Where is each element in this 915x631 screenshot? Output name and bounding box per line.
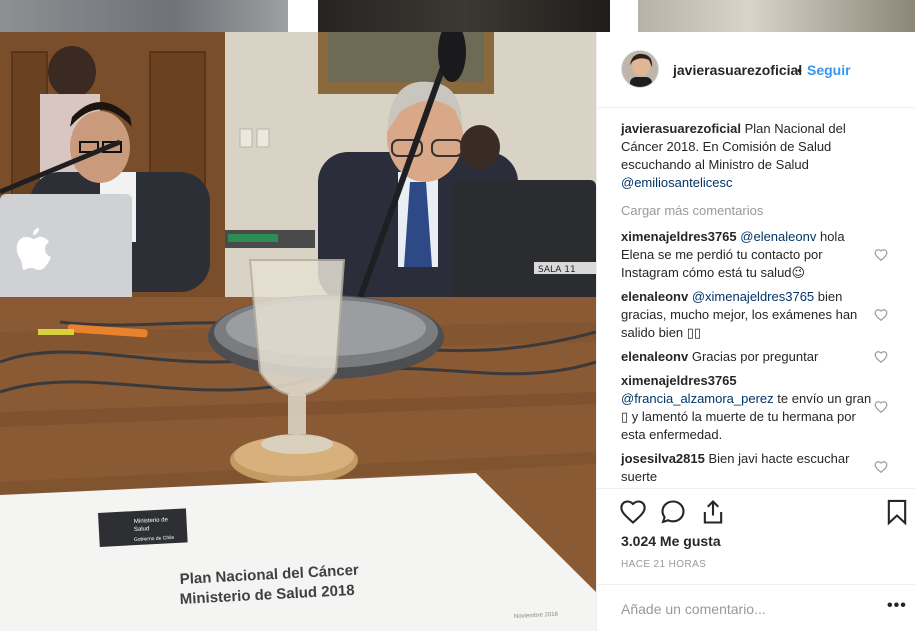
comment-like-heart-icon[interactable] (874, 460, 888, 474)
comment-text: Gracias por preguntar (691, 349, 819, 364)
comment-mention[interactable]: @elenaleonv (740, 229, 816, 244)
share-icon[interactable] (699, 498, 727, 526)
comment-like-heart-icon[interactable] (874, 400, 888, 414)
comment-like-heart-icon[interactable] (874, 350, 888, 364)
caption: javierasuarezoficial Plan Nacional del C… (621, 120, 891, 192)
comment-like-heart-icon[interactable] (874, 248, 888, 262)
comment-item: ximenajeldres3765 @elenaleonv hola Elena… (621, 228, 879, 282)
comment-mention[interactable]: @francia_alzamora_perez (621, 391, 774, 406)
comment-username[interactable]: ximenajeldres3765 (621, 229, 737, 244)
caption-username[interactable]: javierasuarezoficial (621, 121, 741, 136)
thumbnail-right[interactable] (638, 0, 915, 32)
avatar-image (622, 51, 658, 87)
more-options-button[interactable]: ••• (887, 597, 907, 615)
caption-mention[interactable]: @emiliosantelicesc (621, 175, 732, 190)
thumbnail-center[interactable] (318, 0, 610, 32)
post-header: javierasuarezoficial • Seguir (597, 32, 915, 108)
likes-count[interactable]: 3.024 Me gusta (621, 533, 721, 549)
comment-item: josesilva2815 Bien javi hacte escuchar s… (621, 450, 879, 486)
actions-divider (597, 488, 915, 489)
comment-username[interactable]: ximenajeldres3765 (621, 373, 737, 388)
post-photo-illustration: SALA 11 Ministerio de Salud Gobierno de … (0, 32, 596, 631)
comment-mention[interactable]: @ximenajeldres3765 (692, 289, 814, 304)
comment-username[interactable]: elenaleonv (621, 289, 688, 304)
header-username[interactable]: javierasuarezoficial (673, 62, 802, 78)
comment-item: ximenajeldres3765 @francia_alzamora_pere… (621, 372, 879, 444)
logo-text-line2: Salud (134, 526, 150, 533)
comment-like-heart-icon[interactable] (874, 308, 888, 322)
avatar[interactable] (621, 50, 659, 88)
comment-item: elenaleonv Gracias por preguntar (621, 348, 879, 366)
laptop-label: SALA 11 (538, 265, 576, 275)
post-timestamp: HACE 21 HORAS (621, 559, 707, 570)
heart-icon[interactable] (619, 498, 647, 526)
post-photo[interactable]: SALA 11 Ministerio de Salud Gobierno de … (0, 32, 596, 631)
add-comment-bar: ••• (597, 584, 915, 631)
bookmark-icon[interactable] (883, 498, 911, 526)
comment-username[interactable]: josesilva2815 (621, 451, 705, 466)
add-comment-input[interactable] (621, 599, 861, 619)
header-separator: • (797, 62, 802, 78)
post-side-panel: javierasuarezoficial • Seguir javierasua… (596, 32, 915, 631)
thumbnail-left[interactable] (0, 0, 288, 32)
comment-item: elenaleonv @ximenajeldres3765 bien graci… (621, 288, 879, 342)
load-more-comments[interactable]: Cargar más comentarios (621, 202, 763, 220)
follow-button[interactable]: Seguir (807, 62, 851, 78)
comment-icon[interactable] (659, 498, 687, 526)
feed-background-strip (0, 0, 915, 32)
comment-username[interactable]: elenaleonv (621, 349, 688, 364)
